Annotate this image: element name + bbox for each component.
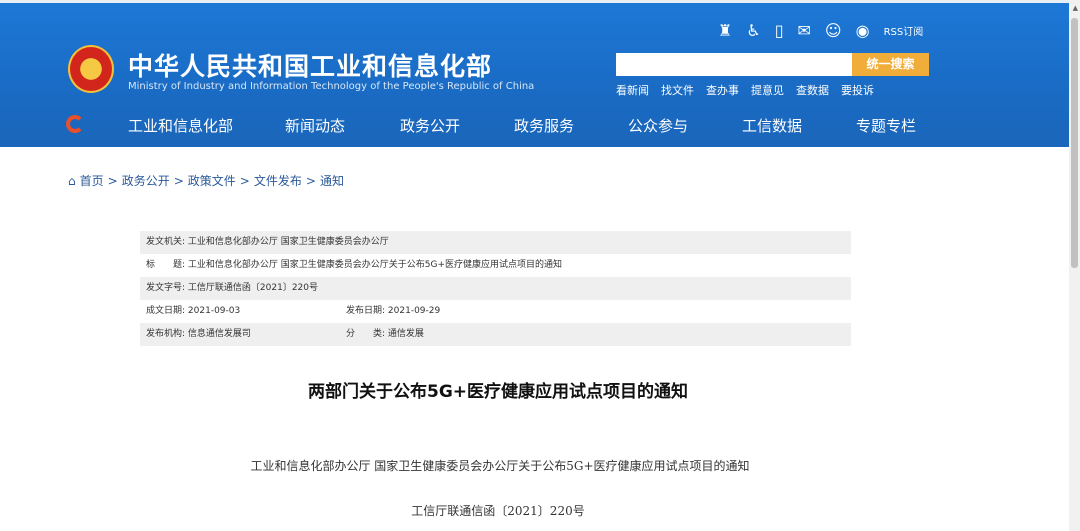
breadcrumb-item[interactable]: 政策文件	[188, 172, 236, 189]
quick-link[interactable]: 找文件	[661, 82, 694, 98]
published-date: 2021-09-29	[387, 306, 441, 316]
rss-link[interactable]: RSS订阅	[884, 23, 924, 38]
robot-icon[interactable]: ♜	[718, 21, 732, 40]
scrollbar[interactable]: ▲	[1069, 0, 1080, 531]
written-date: 2021-09-03	[187, 306, 241, 316]
nav-item[interactable]: 公众参与	[628, 115, 688, 136]
issuer-value: 工业和信息化部办公厅 国家卫生健康委员会办公厅	[187, 237, 389, 247]
quick-link[interactable]: 看新闻	[616, 82, 649, 98]
nav-item[interactable]: 政务服务	[514, 115, 574, 136]
site-header: 中华人民共和国工业和信息化部 Ministry of Industry and …	[0, 0, 1069, 147]
article-heading: 两部门关于公布5G+医疗健康应用试点项目的通知	[307, 382, 689, 402]
breadcrumb-item[interactable]: 文件发布	[254, 172, 302, 189]
breadcrumb-item[interactable]: 通知	[320, 172, 344, 189]
wechat-icon[interactable]: ☺	[825, 21, 842, 40]
quick-link[interactable]: 查办事	[706, 82, 739, 98]
search-input[interactable]	[616, 53, 852, 76]
meta-row: 标 题: 工业和信息化部办公厅 国家卫生健康委员会办公厅关于公布5G+医疗健康应…	[146, 260, 563, 270]
breadcrumb-home[interactable]: 首页	[80, 172, 104, 189]
national-emblem-logo	[68, 45, 114, 93]
nav-item[interactable]: 新闻动态	[285, 115, 345, 136]
docno-value: 工信厅联通信函〔2021〕220号	[187, 283, 319, 293]
nav-item[interactable]: 专题专栏	[856, 115, 916, 136]
quick-link[interactable]: 提意见	[751, 82, 784, 98]
nav-logo-icon[interactable]	[66, 115, 84, 133]
home-icon: ⌂	[68, 173, 76, 188]
article-subtitle: 工业和信息化部办公厅 国家卫生健康委员会办公厅关于公布5G+医疗健康应用试点项目…	[250, 459, 750, 473]
org-value: 信息通信发展司	[187, 329, 251, 339]
accessibility-icon[interactable]: ♿	[746, 21, 760, 40]
site-title-english: Ministry of Industry and Information Tec…	[128, 81, 535, 92]
breadcrumb: ⌂ 首页 > 政务公开 > 政策文件 > 文件发布 > 通知	[68, 172, 344, 189]
document-meta-table: 发文机关: 工业和信息化部办公厅 国家卫生健康委员会办公厅 标 题: 工业和信息…	[140, 231, 851, 346]
mobile-icon[interactable]: ▯	[775, 21, 784, 40]
search-button[interactable]: 统一搜索	[852, 53, 929, 76]
weibo-icon[interactable]: ◉	[856, 21, 870, 40]
nav-item[interactable]: 工业和信息化部	[128, 115, 233, 136]
quick-link[interactable]: 查数据	[796, 82, 829, 98]
meta-row: 发文字号: 工信厅联通信函〔2021〕220号	[140, 277, 851, 300]
category-value: 通信发展	[387, 329, 424, 339]
meta-row: 成文日期: 2021-09-03 发布日期: 2021-09-29	[146, 306, 441, 316]
nav-item[interactable]: 工信数据	[742, 115, 802, 136]
breadcrumb-item[interactable]: 政务公开	[122, 172, 170, 189]
nav-item[interactable]: 政务公开	[400, 115, 460, 136]
mail-icon[interactable]: ✉	[798, 21, 811, 40]
site-title[interactable]: 中华人民共和国工业和信息化部	[128, 47, 492, 83]
scroll-up-icon[interactable]: ▲	[1073, 4, 1078, 12]
meta-row: 发文机关: 工业和信息化部办公厅 国家卫生健康委员会办公厅	[140, 231, 851, 254]
scrollbar-thumb[interactable]	[1071, 18, 1078, 268]
utility-icons: ♜ ♿ ▯ ✉ ☺ ◉ RSS订阅	[718, 21, 923, 40]
quick-links: 看新闻 找文件 查办事 提意见 查数据 要投诉	[616, 82, 874, 98]
title-value: 工业和信息化部办公厅 国家卫生健康委员会办公厅关于公布5G+医疗健康应用试点项目…	[187, 260, 563, 270]
article-docno: 工信厅联通信函〔2021〕220号	[411, 504, 585, 518]
meta-row: 发布机构: 信息通信发展司 分 类: 通信发展	[140, 323, 851, 346]
quick-link[interactable]: 要投诉	[841, 82, 874, 98]
